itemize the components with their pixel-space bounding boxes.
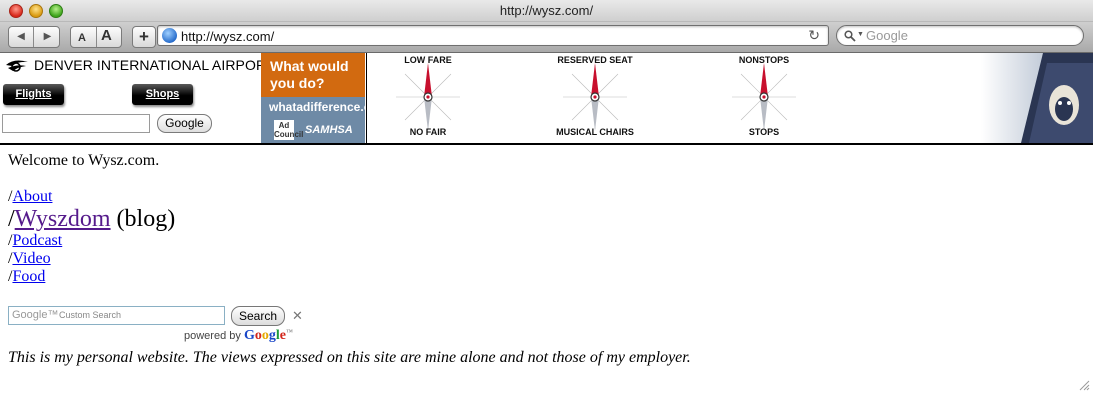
text-size-control: A A [70,26,122,48]
chevron-down-icon[interactable]: ▼ [857,31,864,38]
search-button[interactable]: Search [231,306,285,326]
podcast-link[interactable]: Podcast [12,232,62,249]
text-smaller-button[interactable]: A [78,28,86,48]
resize-grip-icon[interactable] [1079,380,1090,391]
food-link[interactable]: Food [12,268,45,285]
compass-icon [563,63,627,131]
welcome-text: Welcome to Wysz.com. [8,152,160,169]
forward-button[interactable]: ▶ [35,27,60,47]
ad-headline-panel: What would you do? [261,53,365,97]
about-link[interactable]: About [12,188,52,205]
history-navigation: ◀ ▶ [8,26,60,48]
globe-icon [162,28,177,43]
window-titlebar: http://wysz.com/ [0,0,1093,22]
airport-logo-icon [6,60,28,72]
airline-tail-icon [1021,53,1093,143]
browser-search-field[interactable]: ▼ Google [836,25,1084,46]
nav-item-about: /About [8,188,52,206]
video-link[interactable]: Video [12,250,50,267]
google-logo: Google™ [243,328,293,343]
nav-item-podcast: /Podcast [8,232,62,250]
powered-by-google: powered by Google™ [184,328,293,344]
samhsa-logo: SAMHSA [305,124,353,136]
airline-ad-banner[interactable]: LOW FARE NO FAIR RESERVED SEAT MUSICAL C… [366,53,1093,143]
nav-item-wyszdom: /Wyszdom (blog) [8,206,175,233]
back-button[interactable]: ◀ [9,27,34,47]
compass-bottom-label: NO FAIR [409,127,447,137]
powered-by-text: powered by [184,330,241,342]
wyszdom-link[interactable]: Wyszdom [15,206,111,232]
add-bookmark-button[interactable]: + [132,26,156,48]
nav-item-video: /Video [8,250,51,268]
search-icon[interactable] [844,30,856,42]
close-icon[interactable]: ✕ [292,308,303,324]
google-watermark: Google™ [12,309,59,321]
flights-button[interactable]: Flights [3,84,64,105]
compass-icon [732,63,796,131]
compass-graphic: NONSTOPS STOPS [689,53,839,143]
compass-bottom-label: MUSICAL CHAIRS [556,127,634,137]
header-google-button[interactable]: Google [157,114,212,133]
ad-url: whatadifference.o [269,100,365,114]
compass-bottom-label: STOPS [748,127,780,137]
ad-headline: What would you do? [270,58,349,91]
text-bigger-button[interactable]: A [101,26,112,46]
compass-graphic: RESERVED SEAT MUSICAL CHAIRS [520,53,670,143]
compass-icon [396,63,460,131]
window-title: http://wysz.com/ [499,3,594,18]
ad-council-logo: Ad Council [274,120,304,140]
header-search-input[interactable] [2,114,150,133]
site-header: DENVER INTERNATIONAL AIRPORT Flights Sho… [0,53,1093,145]
psa-ad-banner[interactable]: What would you do? whatadifference.o Ad … [261,53,365,143]
custom-search-input[interactable]: Google™ Custom Search [8,306,225,325]
address-bar[interactable]: http://wysz.com/ ↻ [157,25,829,46]
nav-prefix: / [8,206,15,232]
nav-suffix: (blog) [110,206,176,232]
divider [96,27,97,47]
aircraft-tail-image [981,53,1093,143]
disclaimer-text: This is my personal website. The views e… [8,349,691,366]
address-text[interactable]: http://wysz.com/ [181,29,274,44]
reload-icon[interactable]: ↻ [808,27,820,44]
nav-item-food: /Food [8,268,45,286]
compass-graphic: LOW FARE NO FAIR [367,53,503,143]
airport-name: DENVER INTERNATIONAL AIRPORT [34,57,275,73]
search-placeholder: Google [866,28,908,43]
shops-button[interactable]: Shops [132,84,193,105]
search-placeholder: Custom Search [59,310,122,320]
